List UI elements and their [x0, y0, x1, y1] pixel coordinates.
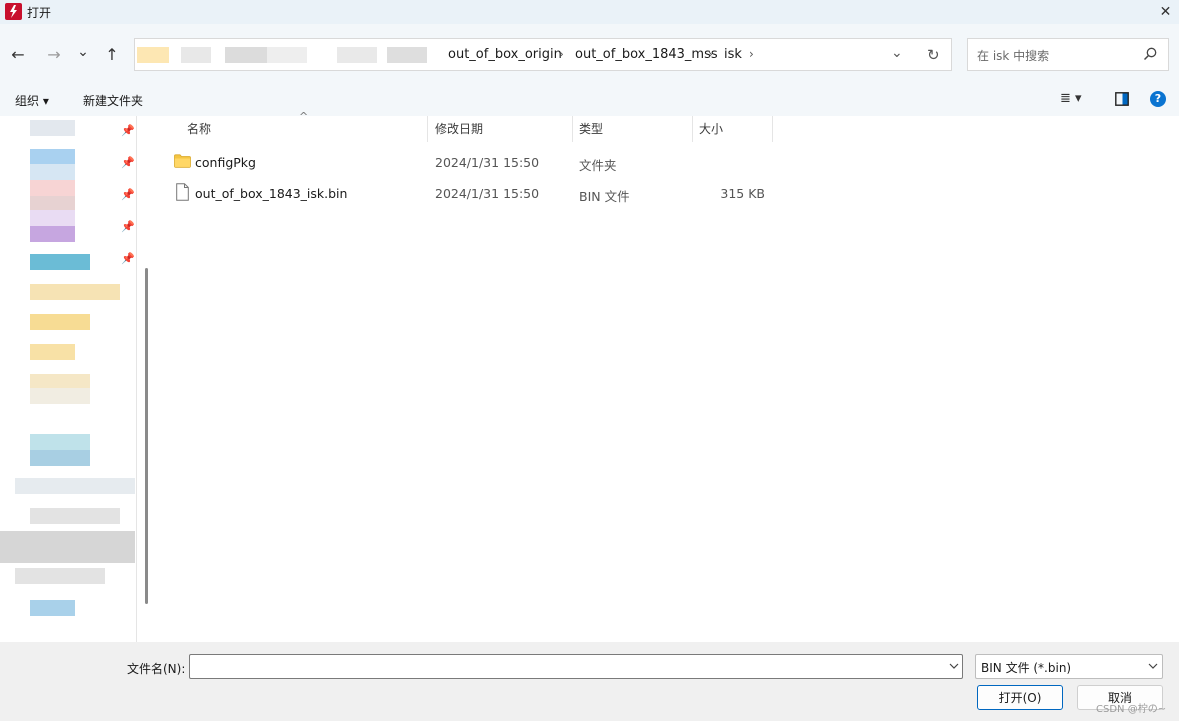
filename-label: 文件名(N):: [127, 662, 186, 676]
open-button[interactable]: 打开(O): [977, 685, 1063, 710]
file-row[interactable]: configPkg 2024/1/31 15:50 文件夹: [163, 149, 923, 175]
breadcrumb-separator-icon: ›: [749, 47, 754, 61]
search-icon[interactable]: [1142, 46, 1158, 62]
file-type: BIN 文件: [579, 189, 630, 204]
help-icon[interactable]: ?: [1150, 91, 1166, 107]
window-title: 打开: [27, 6, 52, 20]
file-icon: [176, 183, 189, 201]
view-options-icon[interactable]: ≣ ▾: [1060, 91, 1082, 106]
pin-icon: 📌: [121, 124, 135, 137]
address-bar[interactable]: out_of_box_origin › out_of_box_1843_mss …: [134, 38, 952, 71]
breadcrumb-separator-icon: ›: [708, 47, 713, 61]
file-list: ^ 名称 修改日期 类型 大小 configPkg 2024/1/31 15:5…: [153, 110, 1179, 642]
title-bar: 打开 ✕: [0, 0, 1179, 24]
breadcrumb-isk[interactable]: isk: [724, 47, 742, 62]
chevron-down-icon: ⌄: [77, 44, 89, 60]
breadcrumb-out-of-box-1843-mss[interactable]: out_of_box_1843_mss: [575, 47, 718, 62]
filename-combobox[interactable]: [189, 654, 963, 679]
forward-button[interactable]: →: [40, 40, 68, 68]
sidebar-scrollbar[interactable]: [145, 268, 148, 604]
file-name: configPkg: [195, 155, 256, 170]
file-size: 315 KB: [720, 186, 765, 201]
arrow-right-icon: →: [47, 44, 61, 64]
breadcrumb-separator-icon: ›: [559, 47, 564, 61]
preview-pane-icon[interactable]: [1115, 92, 1129, 106]
column-divider[interactable]: [692, 116, 693, 142]
file-name: out_of_box_1843_isk.bin: [195, 186, 348, 201]
navigation-pane[interactable]: 📌 📌 📌 📌 📌: [0, 116, 137, 642]
folder-icon: [174, 154, 191, 168]
up-button[interactable]: ↑: [98, 40, 126, 68]
search-box[interactable]: 在 isk 中搜索: [967, 38, 1169, 71]
column-divider[interactable]: [772, 116, 773, 142]
column-header-date[interactable]: 修改日期: [435, 116, 483, 142]
watermark-text: CSDN @柠の~: [1096, 704, 1167, 715]
pin-icon: 📌: [121, 220, 135, 233]
column-divider[interactable]: [427, 116, 428, 142]
file-type-filter-select[interactable]: BIN 文件 (*.bin): [975, 654, 1163, 679]
chevron-down-icon[interactable]: [949, 663, 959, 670]
file-date: 2024/1/31 15:50: [435, 186, 540, 201]
pin-icon: 📌: [121, 252, 135, 265]
app-icon: [5, 3, 22, 20]
chevron-down-icon: [1148, 663, 1158, 669]
file-row[interactable]: out_of_box_1843_isk.bin 2024/1/31 15:50 …: [163, 180, 923, 206]
file-type-filter-value: BIN 文件 (*.bin): [981, 661, 1072, 675]
organize-menu-button[interactable]: 组织 ▾: [15, 92, 49, 109]
pin-icon: 📌: [121, 188, 135, 201]
new-folder-button[interactable]: 新建文件夹: [83, 92, 143, 109]
refresh-icon[interactable]: ↻: [927, 46, 940, 64]
file-date: 2024/1/31 15:50: [435, 155, 540, 170]
column-header-type[interactable]: 类型: [579, 116, 603, 142]
column-header-name[interactable]: 名称: [187, 116, 211, 142]
search-placeholder: 在 isk 中搜索: [977, 49, 1050, 63]
dialog-footer: 文件名(N): BIN 文件 (*.bin) 打开(O) 取消 CSDN @柠の…: [0, 642, 1179, 721]
pin-icon: 📌: [121, 156, 135, 169]
column-header-size[interactable]: 大小: [699, 116, 723, 142]
address-dropdown-icon[interactable]: ⌄: [891, 45, 903, 61]
command-bar: 组织 ▾ 新建文件夹 ≣ ▾ ?: [0, 84, 1179, 116]
close-button[interactable]: ✕: [1152, 0, 1179, 24]
breadcrumb-out-of-box-origin[interactable]: out_of_box_origin: [448, 47, 562, 62]
file-type: 文件夹: [579, 158, 617, 173]
arrow-left-icon: ←: [11, 44, 25, 64]
arrow-up-icon: ↑: [105, 44, 119, 64]
redacted-path: [137, 45, 437, 65]
recent-locations-button[interactable]: ⌄: [70, 38, 96, 66]
column-divider[interactable]: [572, 116, 573, 142]
back-button[interactable]: ←: [4, 40, 32, 68]
close-icon: ✕: [1159, 4, 1172, 20]
sort-ascending-icon: ^: [299, 110, 309, 123]
